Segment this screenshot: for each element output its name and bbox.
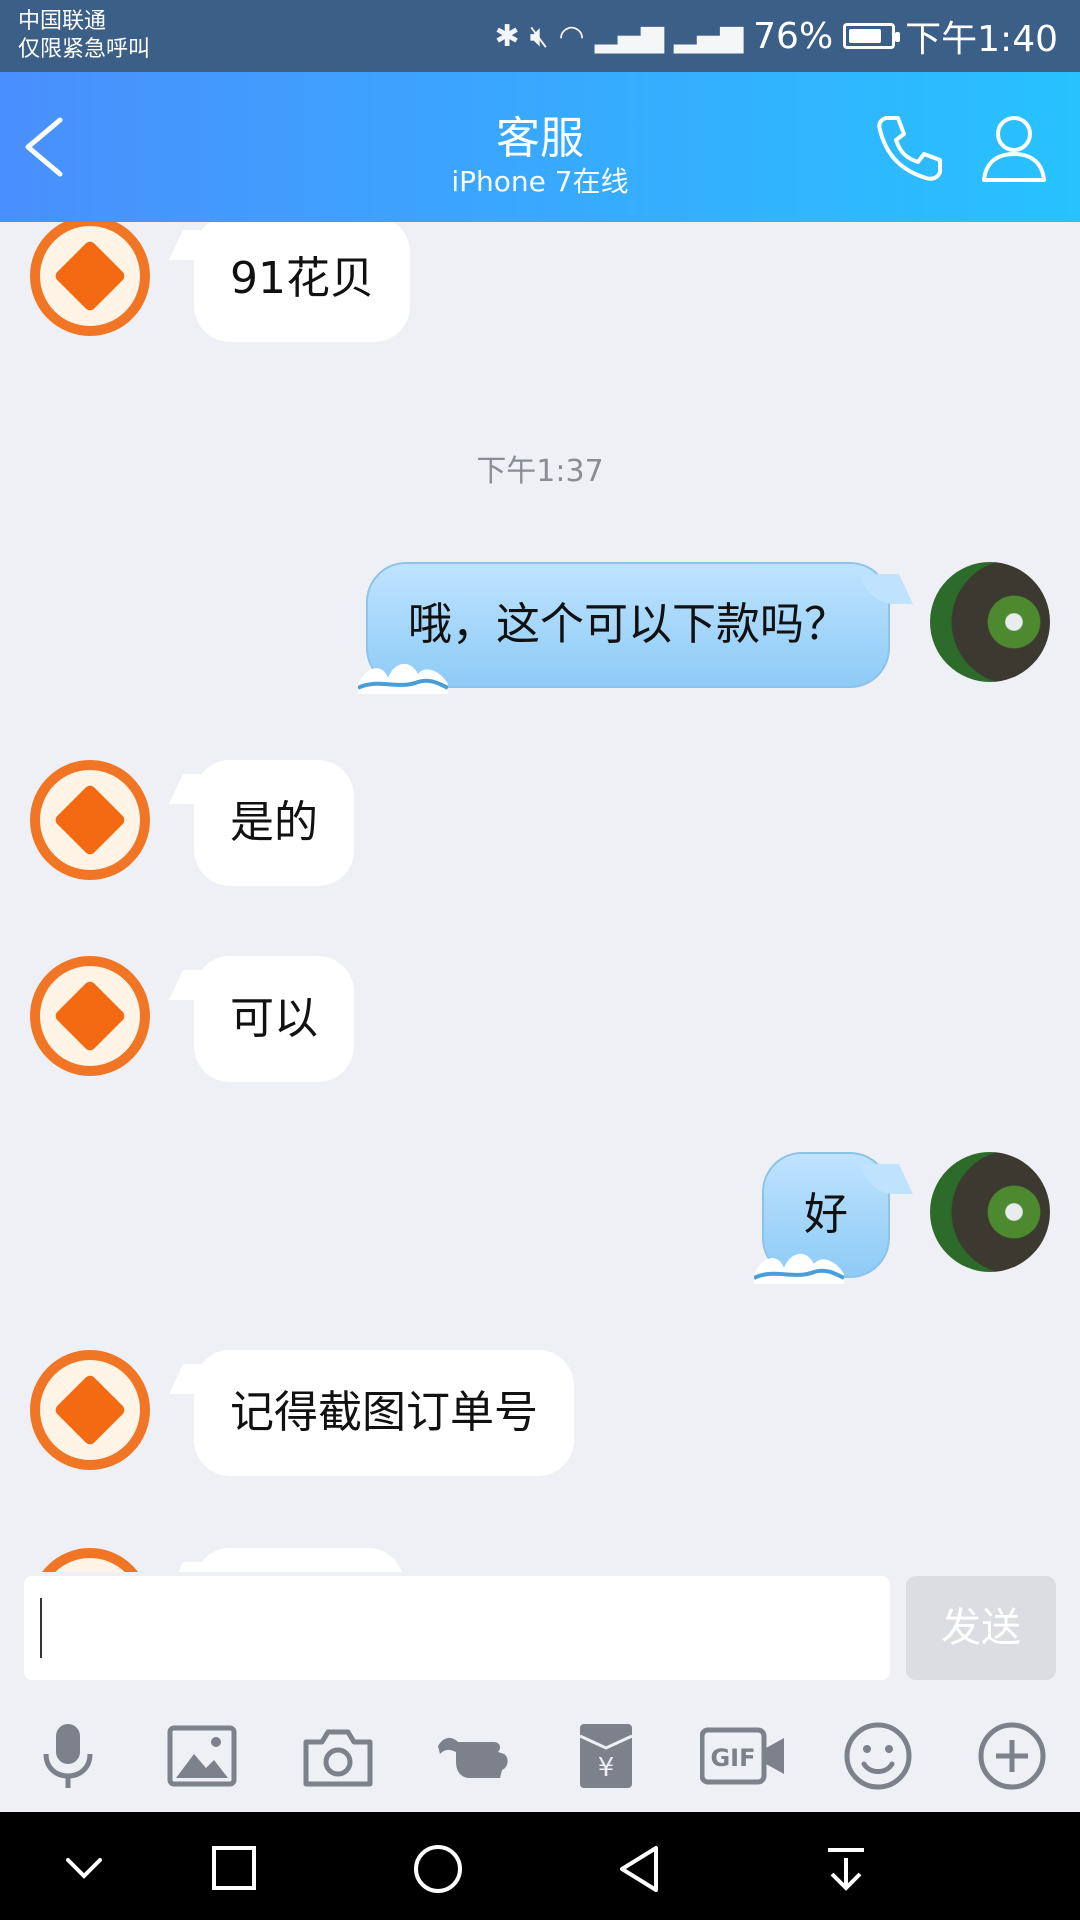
voice-icon[interactable] (30, 1718, 106, 1794)
bluetooth-icon: ✱ (494, 18, 520, 54)
clock: 下午1:40 (905, 19, 1058, 60)
agent-avatar[interactable] (30, 956, 150, 1076)
message-bubble[interactable]: 可以 (194, 956, 354, 1082)
back-nav-icon[interactable] (612, 1842, 672, 1896)
message-row: 91花贝 (0, 222, 1080, 356)
message-row: 哦，这个可以下款吗？ (0, 562, 1080, 702)
send-button[interactable]: 发送 (906, 1576, 1056, 1680)
svg-text:¥: ¥ (598, 1753, 615, 1783)
image-icon[interactable] (164, 1718, 240, 1794)
gif-icon[interactable]: GIF (699, 1718, 786, 1794)
red-packet-icon[interactable]: ¥ (568, 1718, 644, 1794)
notification-pull-icon[interactable] (816, 1842, 876, 1896)
message-input[interactable] (24, 1576, 890, 1680)
wave-decoration-icon (754, 1253, 844, 1284)
message-row: 记得截图订单号 (0, 1350, 1080, 1490)
message-timestamp: 下午1:37 (476, 454, 604, 489)
chat-list[interactable]: 91花贝 下午1:37 哦，这个可以下款吗？ 是的 可以 好 记得截图订单号 (0, 222, 1080, 1572)
input-toolbar: ¥ GIF (0, 1690, 1080, 1812)
message-bubble[interactable]: 哦，这个可以下款吗？ (358, 562, 890, 694)
signal-x-icon: ▂▄▆ (673, 18, 744, 54)
wifi-icon: ◠ (558, 18, 585, 54)
poke-icon[interactable] (434, 1718, 510, 1794)
user-avatar[interactable] (930, 562, 1050, 682)
input-bar: 发送 (0, 1572, 1080, 1690)
emoji-icon[interactable] (840, 1718, 916, 1794)
message-row-partial (0, 1548, 1080, 1572)
agent-avatar[interactable] (30, 1548, 150, 1572)
message-row: 好 (0, 1152, 1080, 1292)
carrier-name: 中国联通 (18, 9, 107, 34)
emergency-only-text: 仅限紧急呼叫 (18, 37, 151, 62)
system-nav-bar (0, 1812, 1080, 1920)
message-bubble[interactable]: 好 (754, 1152, 890, 1284)
profile-icon[interactable] (974, 108, 1054, 188)
message-row: 是的 (0, 760, 1080, 900)
phone-icon[interactable] (868, 108, 948, 188)
camera-icon[interactable] (300, 1718, 376, 1794)
message-bubble[interactable]: 91花贝 (194, 222, 410, 342)
battery-percent: 76% (753, 15, 834, 57)
chat-header: 客服 iPhone 7在线 (0, 72, 1080, 222)
user-avatar[interactable] (930, 1152, 1050, 1272)
status-bar: 中国联通 仅限紧急呼叫 ✱ 🔇︎ ◠ ▂▄▆ ▂▄▆ 76% 下午1:40 (0, 0, 1080, 72)
carrier-info: 中国联通 仅限紧急呼叫 (18, 8, 150, 64)
battery-icon (843, 23, 901, 49)
agent-avatar[interactable] (30, 760, 150, 880)
message-bubble[interactable]: 记得截图订单号 (194, 1350, 574, 1476)
message-row: 可以 (0, 956, 1080, 1096)
message-bubble[interactable]: 是的 (194, 760, 354, 886)
agent-avatar[interactable] (30, 1350, 150, 1470)
mute-icon: 🔇︎ (529, 18, 549, 54)
agent-avatar[interactable] (30, 222, 150, 336)
more-plus-icon[interactable] (974, 1718, 1050, 1794)
text-caret (40, 1598, 42, 1658)
message-bubble-partial[interactable] (194, 1548, 404, 1572)
message-text: 哦，这个可以下款吗？ (408, 599, 848, 650)
wave-decoration-icon (358, 663, 448, 694)
svg-text:GIF: GIF (710, 1744, 755, 1772)
home-nav-icon[interactable] (408, 1842, 468, 1896)
recents-nav-icon[interactable] (204, 1842, 264, 1896)
signal-2g-icon: ▂▄▆ (594, 18, 664, 54)
collapse-nav-icon[interactable] (54, 1842, 114, 1896)
message-text: 好 (804, 1189, 848, 1240)
